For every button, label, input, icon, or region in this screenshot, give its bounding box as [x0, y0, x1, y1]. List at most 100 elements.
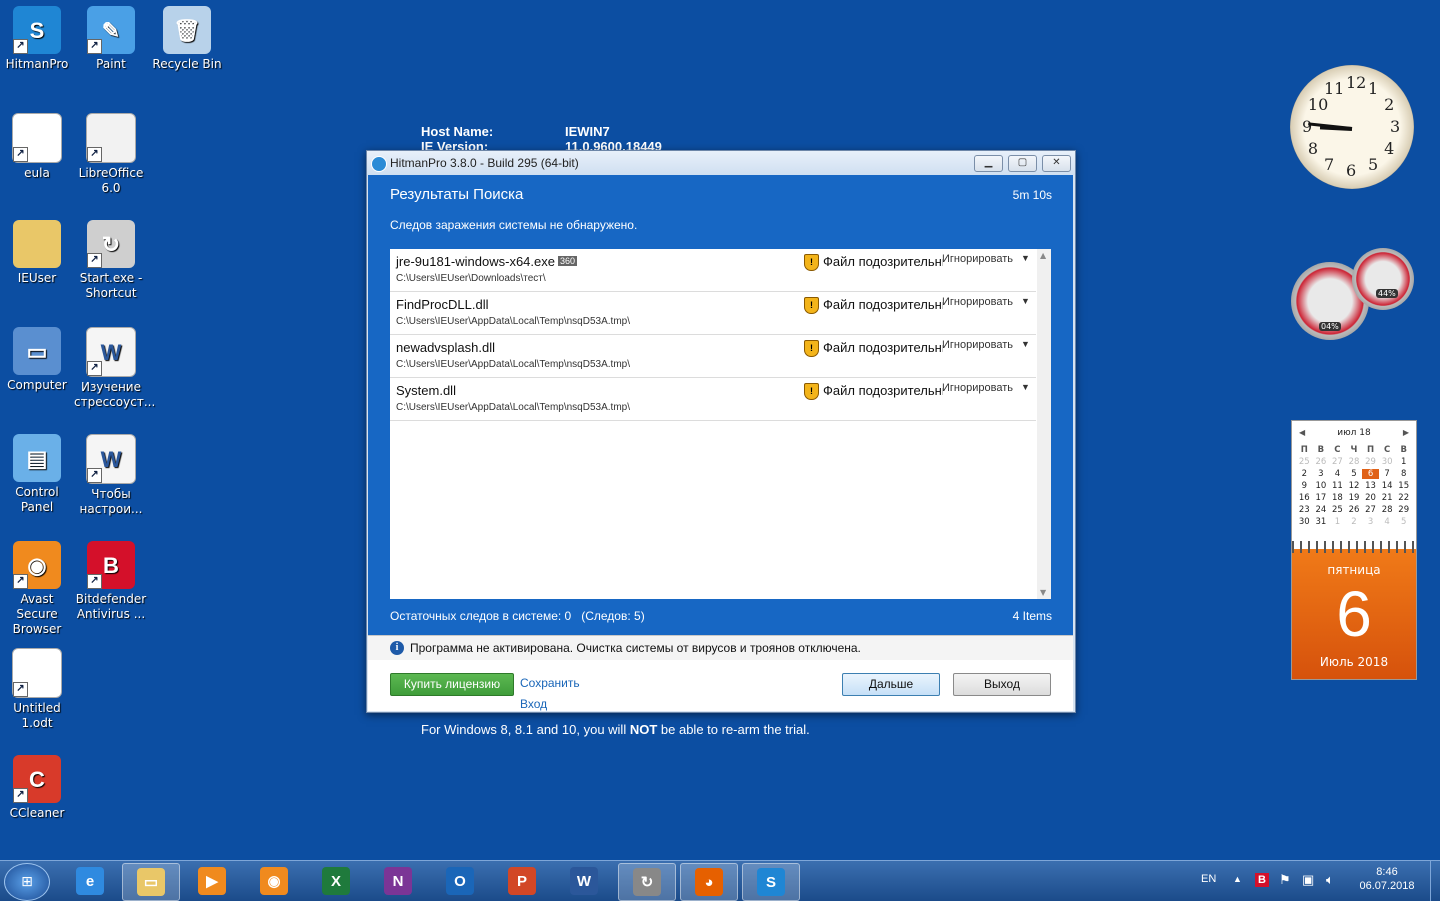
calendar-day[interactable]: 2 [1346, 517, 1363, 527]
next-month-icon[interactable]: ▶ [1403, 428, 1409, 437]
desktop-icon[interactable]: ↗ LibreOffice 6.0 [74, 113, 148, 196]
calendar-day[interactable]: 24 [1313, 505, 1330, 515]
show-desktop-button[interactable] [1430, 861, 1440, 901]
scroll-up-icon[interactable]: ▲ [1040, 251, 1046, 260]
window-titlebar[interactable]: HitmanPro 3.8.0 - Build 295 (64-bit) ▁ ▢… [367, 151, 1075, 175]
taskbar-app-button[interactable]: ◉ [246, 863, 302, 899]
desktop-icon[interactable]: W ↗ Чтобы настрои... [74, 434, 148, 517]
desktop-icon[interactable]: ▭ Computer [0, 327, 74, 393]
desktop-icon[interactable]: C ↗ CCleaner [0, 755, 74, 821]
taskbar-app-button[interactable]: N [370, 863, 426, 899]
calendar-day[interactable]: 4 [1329, 469, 1346, 479]
desktop-icon[interactable]: IEUser [0, 220, 74, 286]
calendar-day[interactable]: 3 [1313, 469, 1330, 479]
calendar-day[interactable]: 28 [1346, 457, 1363, 467]
calendar-day[interactable]: 29 [1395, 505, 1412, 515]
exit-button[interactable]: Выход [953, 673, 1051, 696]
calendar-day[interactable]: 22 [1395, 493, 1412, 503]
taskbar-app-button[interactable]: X [308, 863, 364, 899]
volume-icon[interactable]: 🔈︎ [1326, 872, 1334, 888]
chevron-down-icon[interactable]: ▼ [1021, 339, 1030, 349]
network-icon[interactable]: ▣ [1302, 872, 1314, 888]
taskbar-app-button[interactable]: P [494, 863, 550, 899]
taskbar-app-button[interactable]: W [556, 863, 612, 899]
calendar-day[interactable]: 27 [1329, 457, 1346, 467]
desktop-icon[interactable]: W ↗ Изучение стрессоуст... [74, 327, 155, 410]
maximize-button[interactable]: ▢ [1008, 155, 1037, 172]
chevron-down-icon[interactable]: ▼ [1021, 296, 1030, 306]
desktop-icon[interactable]: ◉ ↗ Avast Secure Browser [0, 541, 74, 637]
result-row[interactable]: newadvsplash.dll C:\Users\IEUser\AppData\… [390, 335, 1036, 378]
calendar-day[interactable]: 2 [1296, 469, 1313, 479]
calendar-day[interactable]: 25 [1329, 505, 1346, 515]
scroll-down-icon[interactable]: ▼ [1040, 588, 1046, 597]
result-row[interactable]: System.dll C:\Users\IEUser\AppData\Local\… [390, 378, 1036, 421]
calendar-day[interactable]: 9 [1296, 481, 1313, 491]
calendar-day[interactable]: 16 [1296, 493, 1313, 503]
calendar-day[interactable]: 5 [1395, 517, 1412, 527]
calendar-day[interactable]: 10 [1313, 481, 1330, 491]
desktop-icon[interactable]: ↗ Untitled 1.odt [0, 648, 74, 731]
taskbar-app-button[interactable]: O [432, 863, 488, 899]
taskbar-app-button[interactable]: ▶ [184, 863, 240, 899]
tray-clock[interactable]: 8:46 06.07.2018 [1359, 866, 1415, 892]
calendar-day[interactable]: 14 [1379, 481, 1396, 491]
taskbar-app-button[interactable]: ↻ [618, 863, 676, 901]
taskbar-app-button[interactable]: ▭ [122, 863, 180, 901]
chevron-down-icon[interactable]: ▼ [1021, 253, 1030, 263]
calendar-day[interactable]: 30 [1296, 517, 1313, 527]
calendar-day[interactable]: 26 [1346, 505, 1363, 515]
taskbar-app-button[interactable]: e [62, 863, 118, 899]
calendar-day[interactable]: 29 [1362, 457, 1379, 467]
calendar-day[interactable]: 11 [1329, 481, 1346, 491]
close-button[interactable]: ✕ [1042, 155, 1071, 172]
next-button[interactable]: Дальше [842, 673, 940, 696]
calendar-day[interactable]: 30 [1379, 457, 1396, 467]
calendar-day[interactable]: 13 [1362, 481, 1379, 491]
language-indicator[interactable]: EN [1201, 873, 1216, 885]
desktop-icon[interactable]: ↻ ↗ Start.exe - Shortcut [74, 220, 148, 301]
calendar-day[interactable]: 1 [1329, 517, 1346, 527]
bitdefender-tray-icon[interactable]: B [1255, 873, 1269, 887]
desktop-icon[interactable]: ✎ ↗ Paint [74, 6, 148, 72]
calendar-day[interactable]: 28 [1379, 505, 1396, 515]
taskbar-app-button[interactable]: S [742, 863, 800, 901]
clock-gadget[interactable]: 12 1 2 3 4 5 6 7 8 9 10 11 [1290, 65, 1414, 189]
desktop-icon[interactable]: 🗑 Recycle Bin [150, 6, 224, 72]
desktop-icon[interactable]: S ↗ HitmanPro [0, 6, 74, 72]
start-button[interactable]: ⊞ [4, 863, 50, 901]
calendar-day[interactable]: 20 [1362, 493, 1379, 503]
calendar-day[interactable]: 15 [1395, 481, 1412, 491]
calendar-day[interactable]: 27 [1362, 505, 1379, 515]
calendar-day[interactable]: 31 [1313, 517, 1330, 527]
results-scrollbar[interactable]: ▲ ▼ [1037, 249, 1051, 599]
result-action-dropdown[interactable]: Игнорировать [942, 382, 1013, 394]
result-action-dropdown[interactable]: Игнорировать [942, 296, 1013, 308]
result-action-dropdown[interactable]: Игнорировать [942, 339, 1013, 351]
calendar-day[interactable]: 21 [1379, 493, 1396, 503]
calendar-day[interactable]: 6 [1362, 469, 1379, 479]
calendar-day[interactable]: 17 [1313, 493, 1330, 503]
calendar-day[interactable]: 26 [1313, 457, 1330, 467]
calendar-day[interactable]: 19 [1346, 493, 1363, 503]
desktop-icon[interactable]: ▤ Control Panel [0, 434, 74, 515]
action-center-icon[interactable]: ⚑ [1279, 872, 1291, 888]
calendar-day[interactable]: 7 [1379, 469, 1396, 479]
buy-license-button[interactable]: Купить лицензию [390, 673, 514, 696]
calendar-day[interactable]: 4 [1379, 517, 1396, 527]
calendar-gadget[interactable]: ◀ июл 18 ▶ П В С Ч П С В 25 26 27 28 29 30 1 2 3 4 5 6 7 8 9 1… [1291, 420, 1417, 680]
result-row[interactable]: FindProcDLL.dll C:\Users\IEUser\AppData\L… [390, 292, 1036, 335]
desktop-icon[interactable]: ↗ eula [0, 113, 74, 181]
result-row[interactable]: jre-9u181-windows-x64.exe 360 C:\Users\IEU… [390, 249, 1036, 292]
desktop-icon[interactable]: B ↗ Bitdefender Antivirus ... [74, 541, 148, 622]
show-hidden-icons[interactable]: ▲ [1233, 874, 1242, 884]
calendar-day[interactable]: 5 [1346, 469, 1363, 479]
result-action-dropdown[interactable]: Игнорировать [942, 253, 1013, 265]
calendar-day[interactable]: 23 [1296, 505, 1313, 515]
calendar-day[interactable]: 12 [1346, 481, 1363, 491]
calendar-day[interactable]: 1 [1395, 457, 1412, 467]
taskbar-app-button[interactable]: ◕ [680, 863, 738, 901]
calendar-day[interactable]: 8 [1395, 469, 1412, 479]
calendar-day[interactable]: 18 [1329, 493, 1346, 503]
save-log-link[interactable]: Сохранить Вход [520, 673, 610, 711]
